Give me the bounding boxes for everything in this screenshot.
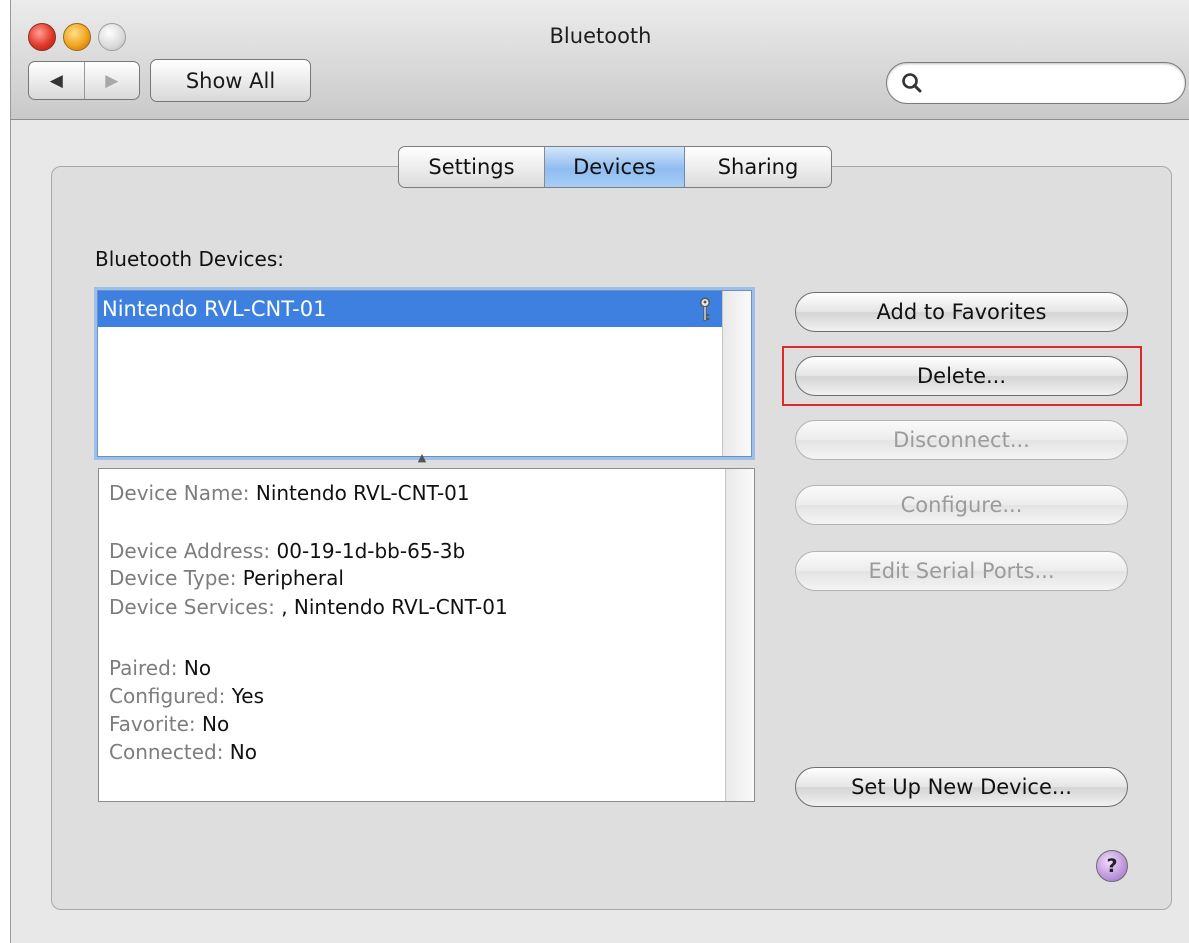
set-up-new-device-button[interactable]: Set Up New Device... <box>795 767 1128 807</box>
device-list-scrollbar[interactable] <box>722 291 751 456</box>
tab-settings[interactable]: Settings <box>399 147 545 187</box>
key-icon <box>700 297 710 321</box>
detail-connected: Connected: No <box>109 740 257 764</box>
detail-device-services: Device Services: , Nintendo RVL-CNT-01 <box>109 595 508 619</box>
forward-button[interactable]: ▶ <box>85 62 140 99</box>
disconnect-button[interactable]: Disconnect... <box>795 420 1128 460</box>
details-scrollbar[interactable] <box>725 469 754 801</box>
device-list-row[interactable]: Nintendo RVL-CNT-01 <box>98 291 723 327</box>
detail-configured: Configured: Yes <box>109 684 265 708</box>
edit-serial-ports-button[interactable]: Edit Serial Ports... <box>795 551 1128 591</box>
search-field[interactable] <box>886 62 1186 104</box>
delete-button[interactable]: Delete... <box>795 356 1128 396</box>
device-details-pane: Device Name: Nintendo RVL-CNT-01 Device … <box>98 468 755 802</box>
tab-bar: Settings Devices Sharing <box>398 146 832 188</box>
detail-device-address: Device Address: 00-19-1d-bb-65-3b <box>109 539 466 563</box>
bluetooth-devices-label: Bluetooth Devices: <box>95 247 285 271</box>
window-title: Bluetooth <box>549 24 652 48</box>
detail-favorite: Favorite: No <box>109 712 230 736</box>
back-forward-control: ◀ ▶ <box>28 61 140 100</box>
device-list[interactable]: Nintendo RVL-CNT-01 <box>97 290 752 457</box>
detail-device-name: Device Name: Nintendo RVL-CNT-01 <box>109 481 470 505</box>
search-input[interactable] <box>931 70 1175 98</box>
search-icon <box>902 73 922 93</box>
configure-button[interactable]: Configure... <box>795 485 1128 525</box>
detail-device-type: Device Type: Peripheral <box>109 566 344 590</box>
show-all-button[interactable]: Show All <box>150 59 311 102</box>
detail-paired: Paired: No <box>109 656 212 680</box>
split-view-handle[interactable]: ▲ <box>416 452 428 463</box>
tab-sharing[interactable]: Sharing <box>685 147 831 187</box>
device-name: Nintendo RVL-CNT-01 <box>102 297 327 321</box>
tab-devices[interactable]: Devices <box>545 147 685 187</box>
title-toolbar: Bluetooth ◀ ▶ Show All <box>11 0 1189 120</box>
bluetooth-prefs-window: Bluetooth ◀ ▶ Show All Settings Devices … <box>10 0 1189 943</box>
help-button[interactable]: ? <box>1096 850 1128 882</box>
add-to-favorites-button[interactable]: Add to Favorites <box>795 292 1128 332</box>
back-button[interactable]: ◀ <box>29 62 85 99</box>
